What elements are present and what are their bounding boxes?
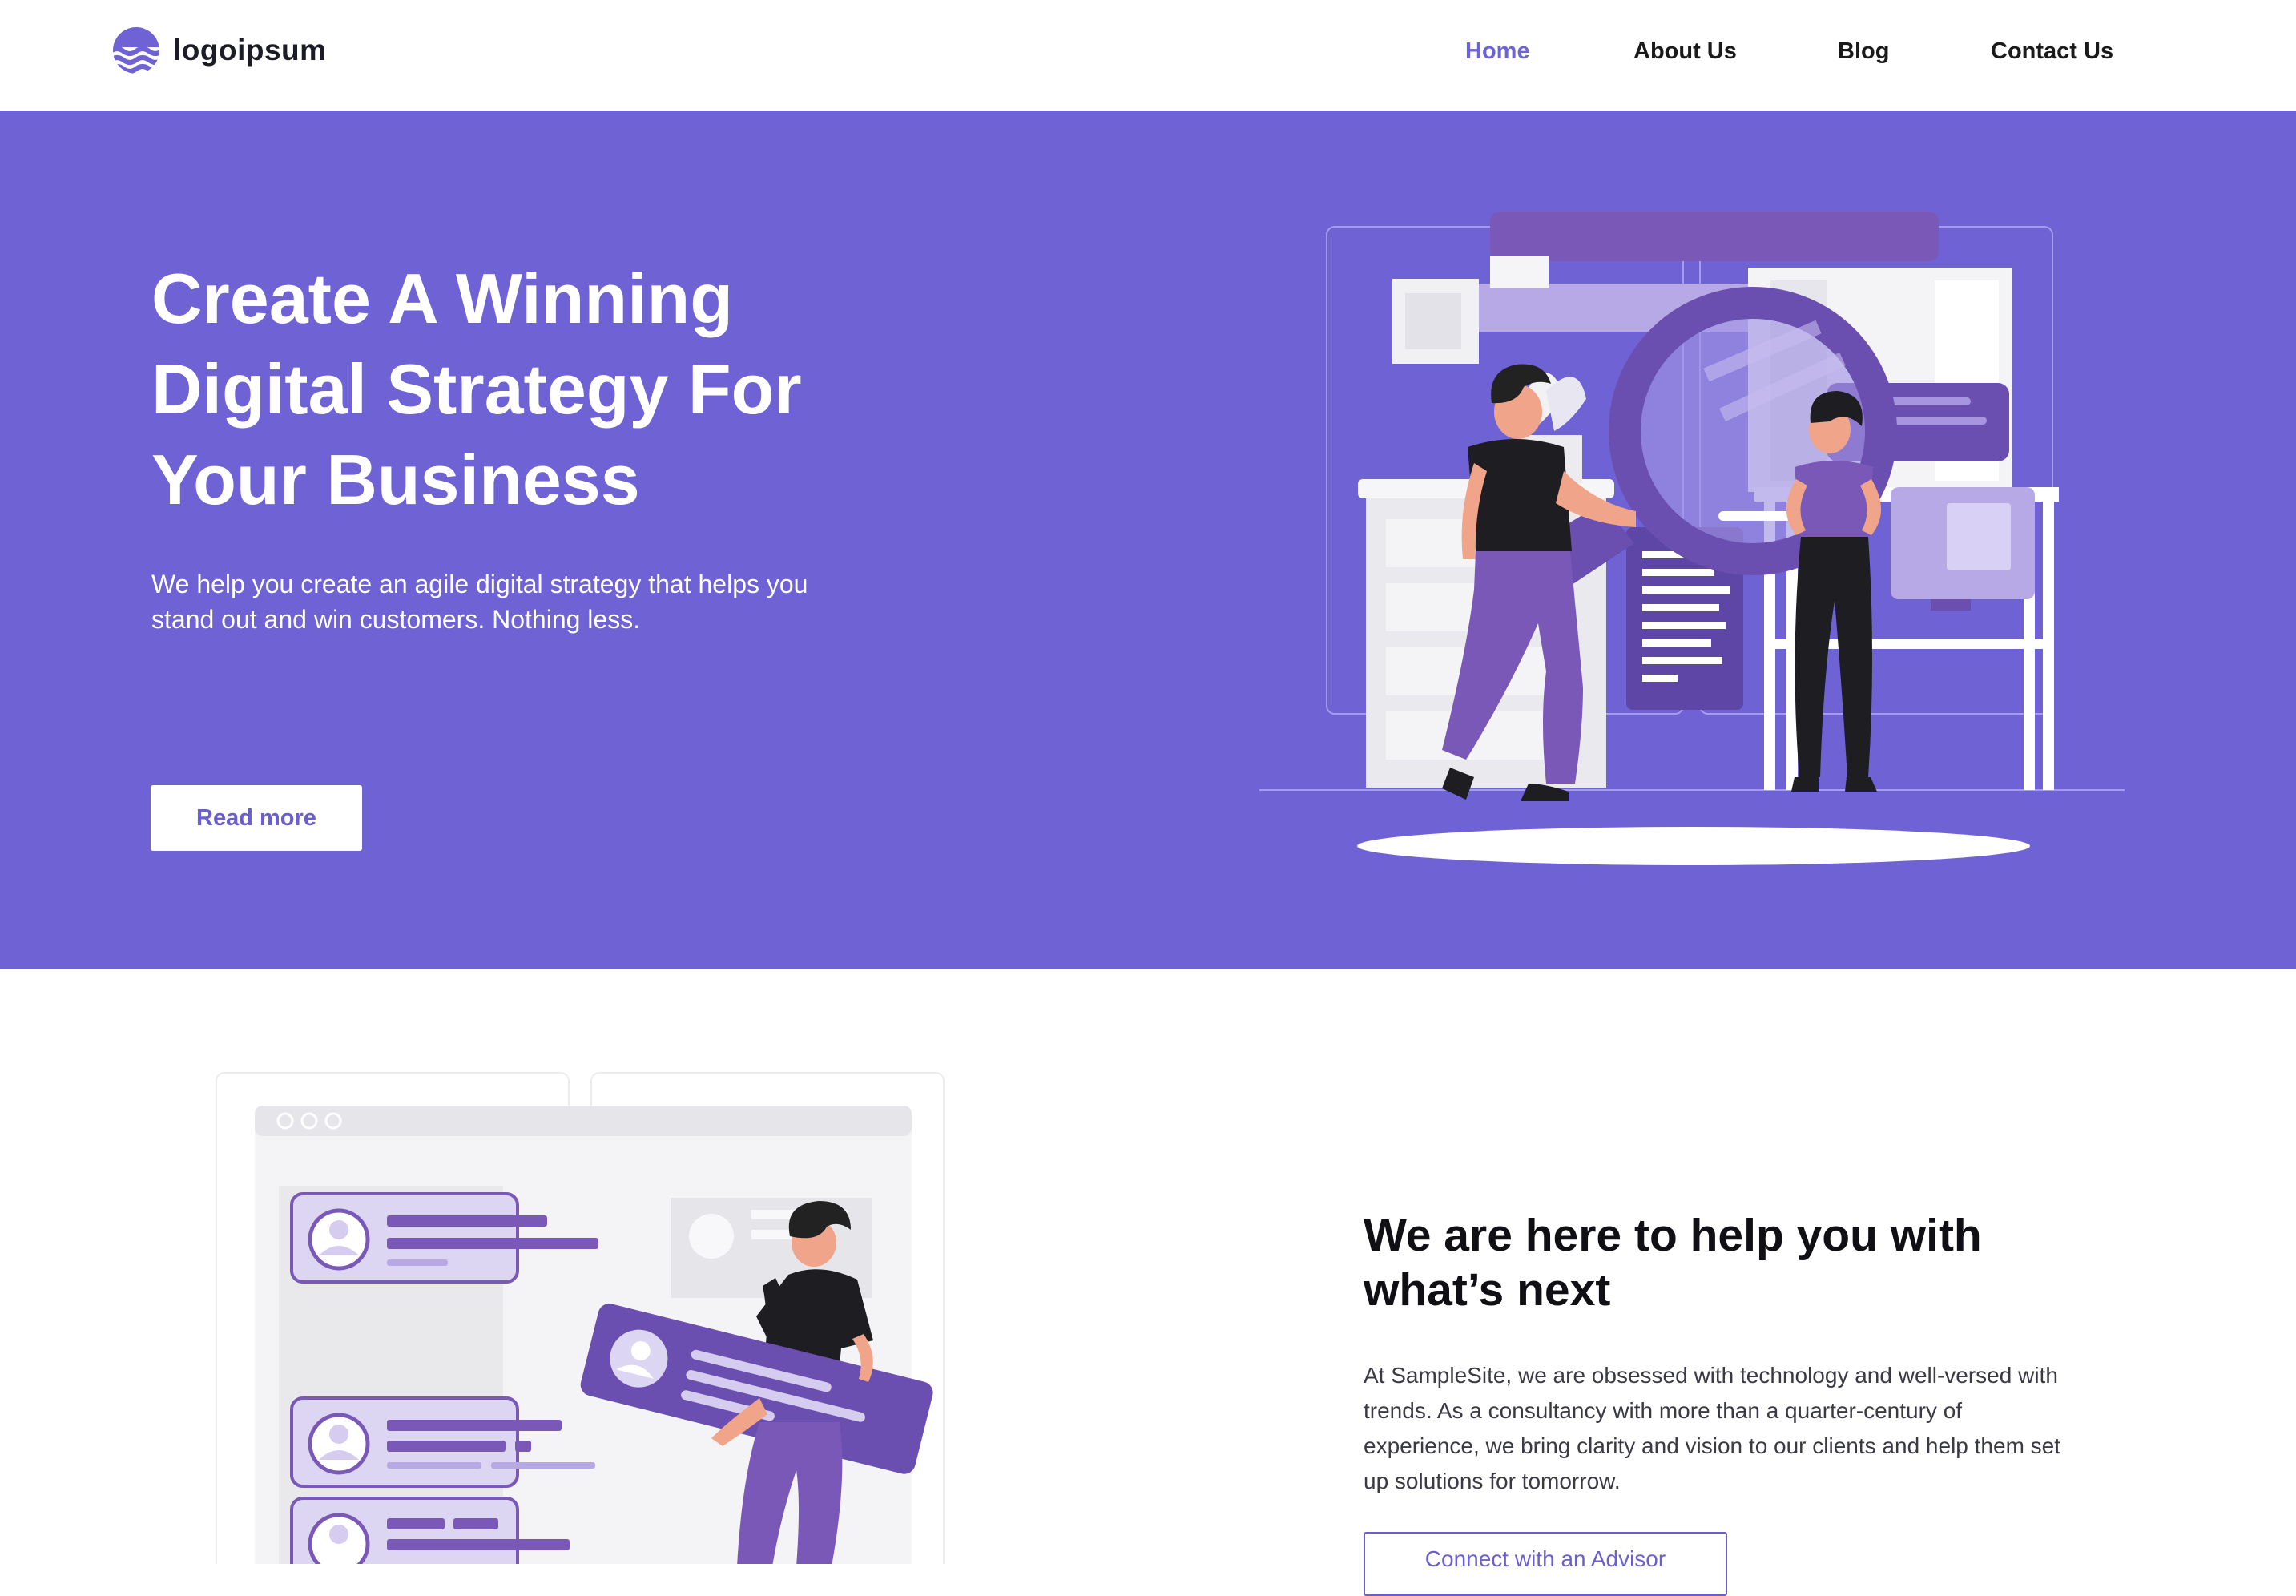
- people-with-magnifying-glass-illustration: [1259, 212, 2125, 865]
- hero-subtitle-line: We help you create an agile digital stra…: [151, 570, 808, 598]
- section-title-line: We are here to help you with: [1364, 1210, 1982, 1261]
- hero-subtitle: We help you create an agile digital stra…: [151, 566, 920, 637]
- read-more-button[interactable]: Read more: [151, 785, 362, 851]
- logo[interactable]: logoipsum: [111, 27, 327, 74]
- section-body-line: trends. As a consultancy with more than …: [1364, 1398, 1963, 1423]
- section-title-line: what’s next: [1364, 1264, 1611, 1316]
- person-carrying-profile-card-illustration: [216, 1072, 945, 1564]
- hero-title-line: Your Business: [151, 440, 640, 519]
- section-body-line: experience, we bring clarity and vision …: [1364, 1433, 2061, 1458]
- logo-text: logoipsum: [173, 34, 327, 66]
- hero-title-line: Create A Winning: [151, 259, 734, 338]
- hero-title-line: Digital Strategy For: [151, 349, 802, 429]
- section-body-line: At SampleSite, we are obsessed with tech…: [1364, 1363, 2058, 1388]
- nav-home[interactable]: Home: [1465, 38, 1530, 65]
- wave-circle-icon: [113, 27, 159, 74]
- hero-title: Create A Winning Digital Strategy For Yo…: [151, 253, 920, 525]
- nav-blog[interactable]: Blog: [1838, 38, 1889, 65]
- site-header: logoipsum Home About Us Blog Contact Us: [0, 0, 2296, 111]
- section-body-line: up solutions for tomorrow.: [1364, 1469, 1621, 1493]
- nav-contact-us[interactable]: Contact Us: [1991, 38, 2113, 65]
- hero-subtitle-line: stand out and win customers. Nothing les…: [151, 605, 641, 634]
- section-body: At SampleSite, we are obsessed with tech…: [1364, 1358, 2165, 1499]
- nav-about-us[interactable]: About Us: [1633, 38, 1737, 65]
- section-title: We are here to help you with what’s next: [1364, 1208, 2165, 1317]
- connect-advisor-button[interactable]: Connect with an Advisor: [1364, 1532, 1727, 1596]
